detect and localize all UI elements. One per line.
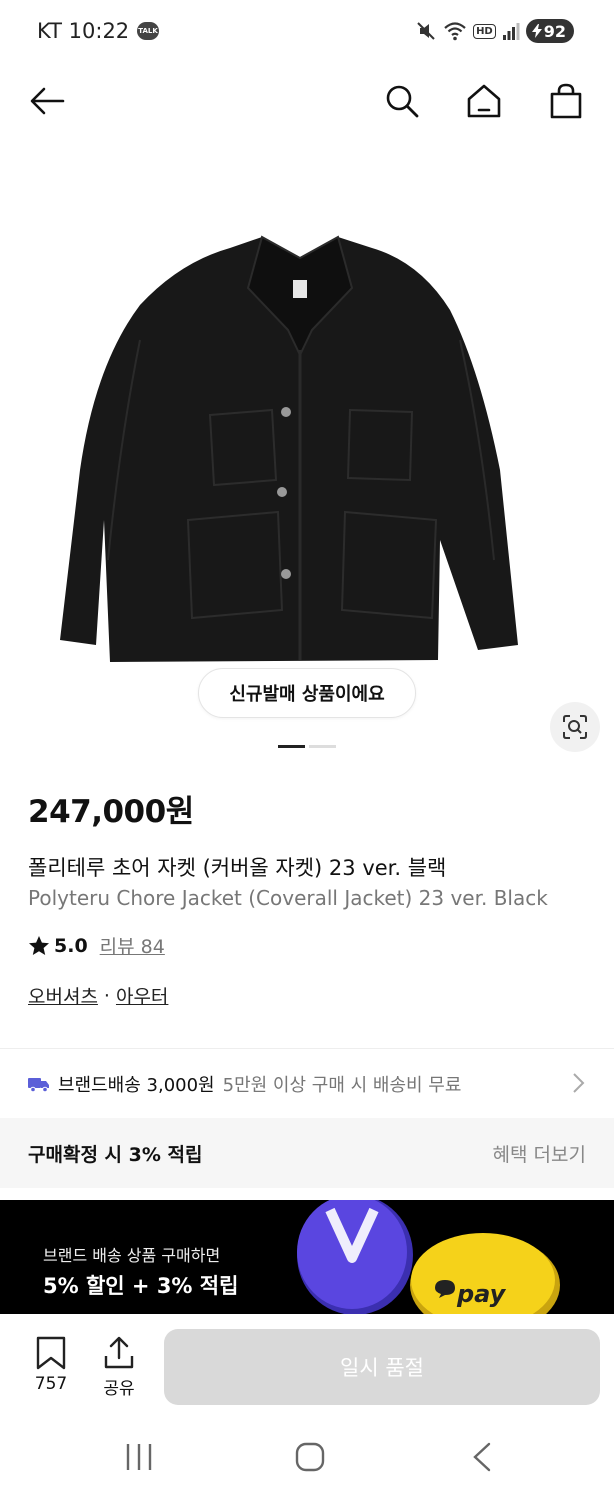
category-link-outer[interactable]: 아우터 [116, 982, 168, 1009]
rating-score: 5.0 [54, 934, 88, 957]
bottom-action-bar: 757 공유 일시 품절 [0, 1314, 614, 1414]
home-nav-icon[interactable] [295, 1442, 325, 1472]
shipping-info-row[interactable]: 브랜드배송 3,000원 5만원 이상 구매 시 배송비 무료 [0, 1050, 614, 1118]
share-icon [104, 1336, 134, 1369]
carousel-dot-active [278, 745, 305, 748]
battery-level: 92 [543, 21, 566, 41]
battery-indicator: 92 [525, 19, 574, 43]
star-icon [29, 935, 49, 955]
recent-apps-icon[interactable] [125, 1442, 153, 1472]
status-time: KT 10:22 [37, 19, 130, 43]
naver-plus-coin-icon [297, 1200, 413, 1314]
mute-icon [417, 22, 435, 40]
status-icons: HD 92 [415, 18, 574, 44]
product-name-korean: 폴리테루 초어 자켓 (커버올 자켓) 23 ver. 블랙 [28, 856, 447, 880]
search-button[interactable] [381, 80, 423, 122]
carousel-indicator [278, 745, 336, 748]
shipping-fee: 브랜드배송 3,000원 [58, 1075, 215, 1096]
carousel-dot [309, 745, 336, 748]
cart-button[interactable] [545, 80, 587, 122]
soldout-button[interactable]: 일시 품절 [164, 1329, 600, 1405]
hd-voice-icon: HD [473, 23, 496, 39]
charging-bolt-icon [531, 24, 542, 38]
purchase-reward-row: 구매확정 시 3% 적립 혜택 더보기 [0, 1118, 614, 1188]
image-search-button[interactable] [550, 702, 600, 752]
bookmark-button[interactable]: 757 [26, 1336, 76, 1394]
share-button[interactable]: 공유 [94, 1336, 144, 1399]
new-release-badge: 신규발매 상품이에요 [198, 668, 416, 718]
share-label: 공유 [103, 1379, 135, 1399]
kakaotalk-notification-icon: TALK [137, 22, 159, 40]
category-link-overshirts[interactable]: 오버셔츠 [28, 982, 98, 1009]
reward-label: 구매확정 시 3% 적립 [28, 1143, 203, 1166]
category-separator: · [103, 984, 110, 1007]
free-shipping-note: 5만원 이상 구매 시 배송비 무료 [222, 1075, 462, 1096]
bookmark-icon [36, 1336, 66, 1370]
chevron-right-icon [573, 1073, 585, 1093]
back-nav-icon[interactable] [470, 1442, 494, 1472]
wifi-icon [444, 22, 466, 41]
product-image [60, 235, 518, 662]
banner-line2: 5% 할인 + 3% 적립 [43, 1274, 239, 1298]
shopping-bag-icon [550, 83, 582, 119]
rating-summary: 5.0 리뷰 84 [28, 932, 165, 959]
bookmark-count: 757 [34, 1374, 68, 1394]
promo-banner[interactable]: 브랜드 배송 상품 구매하면 5% 할인 + 3% 적립 pay [0, 1200, 614, 1314]
back-button[interactable] [26, 80, 68, 122]
banner-line1: 브랜드 배송 상품 구매하면 [43, 1246, 221, 1265]
product-name-english: Polyteru Chore Jacket (Coverall Jacket) … [28, 886, 548, 910]
benefits-more-link[interactable]: 혜택 더보기 [493, 1140, 586, 1167]
home-button[interactable] [463, 80, 505, 122]
review-link[interactable]: 리뷰 84 [100, 932, 165, 959]
category-breadcrumb: 오버셔츠 · 아우터 [28, 982, 168, 1009]
truck-icon [28, 1078, 49, 1092]
divider [0, 1048, 614, 1049]
signal-icon [502, 23, 520, 40]
system-navigation-bar [0, 1414, 614, 1500]
home-icon [467, 84, 501, 118]
search-icon [386, 85, 419, 118]
product-price: 247,000원 [28, 794, 194, 830]
lens-icon [563, 715, 587, 739]
back-arrow-icon [30, 87, 65, 115]
product-image-carousel[interactable] [0, 140, 614, 760]
pay-coin-text: pay [457, 1280, 506, 1308]
status-bar: KT 10:22 TALK HD 92 [0, 0, 614, 64]
